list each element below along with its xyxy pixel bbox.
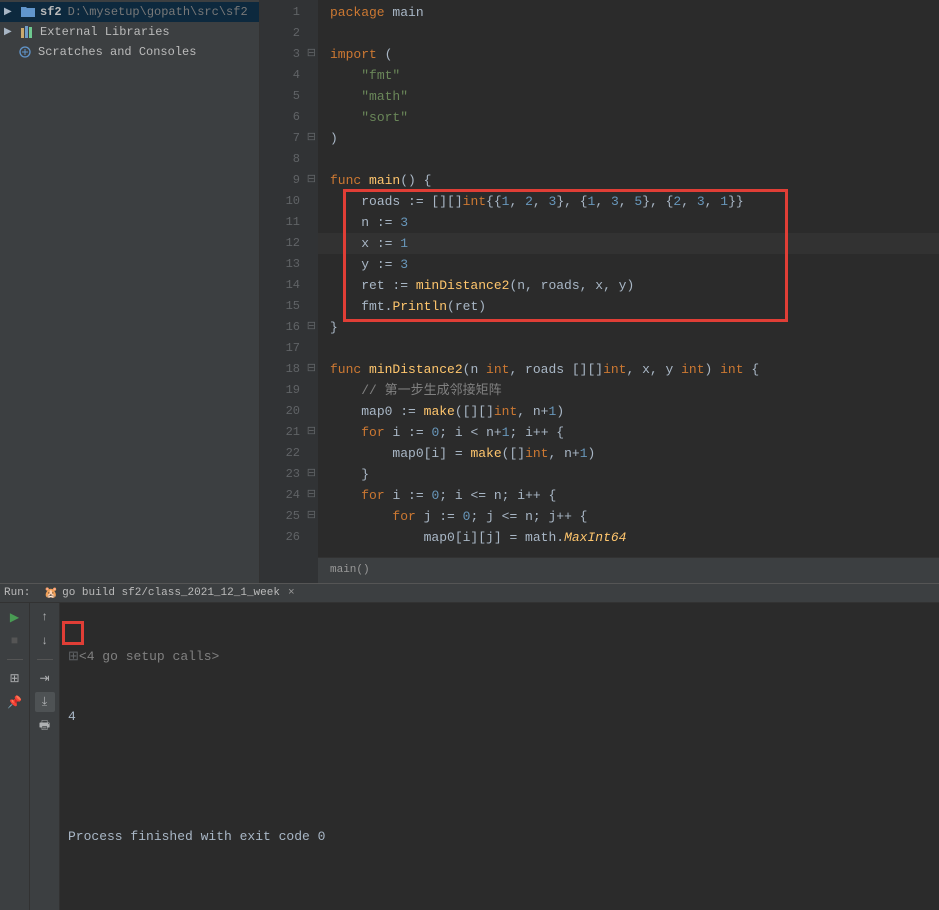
project-path: D:\mysetup\gopath\src\sf2 xyxy=(68,5,248,19)
project-name: sf2 xyxy=(40,5,62,19)
stop-button[interactable]: ■ xyxy=(5,631,25,651)
chevron-right-icon[interactable]: ▶ xyxy=(4,26,16,38)
line-number[interactable]: 15 xyxy=(260,296,300,317)
line-number[interactable]: 16 xyxy=(260,317,300,338)
rerun-button[interactable]: ▶ xyxy=(5,607,25,627)
fold-icon[interactable]: ⊟ xyxy=(307,128,316,149)
line-number[interactable]: 14 xyxy=(260,275,300,296)
line-number[interactable]: 13 xyxy=(260,254,300,275)
up-button[interactable]: ↑ xyxy=(35,607,55,627)
line-number[interactable]: 3 xyxy=(260,44,300,65)
layout-button[interactable]: ⊞ xyxy=(5,668,25,688)
line-number[interactable]: 18 xyxy=(260,359,300,380)
scratches[interactable]: Scratches and Consoles xyxy=(0,42,259,62)
scratches-label: Scratches and Consoles xyxy=(38,45,196,59)
go-icon: 🐹 xyxy=(44,586,58,600)
fold-icon[interactable]: ⊞ xyxy=(68,649,79,664)
fold-end-icon[interactable]: ⊟ xyxy=(307,464,316,485)
highlight-annotation xyxy=(62,621,84,645)
chevron-right-icon[interactable]: ▶ xyxy=(4,6,16,18)
line-number[interactable]: 9 xyxy=(260,170,300,191)
external-libraries-label: External Libraries xyxy=(40,25,170,39)
line-number[interactable]: 4 xyxy=(260,65,300,86)
output-line: 4 xyxy=(68,707,931,727)
pin-button[interactable]: 📌 xyxy=(5,692,25,712)
project-tree[interactable]: ▶ sf2 D:\mysetup\gopath\src\sf2 ▶ Extern… xyxy=(0,0,260,583)
line-number[interactable]: 12 xyxy=(260,233,300,254)
line-number[interactable]: 23 xyxy=(260,464,300,485)
line-number[interactable]: 2 xyxy=(260,23,300,44)
line-number[interactable]: 24 xyxy=(260,485,300,506)
line-number[interactable]: 25 xyxy=(260,506,300,527)
line-number[interactable]: 8 xyxy=(260,149,300,170)
line-number[interactable]: 22 xyxy=(260,443,300,464)
breadcrumb-item[interactable]: main() xyxy=(330,564,370,576)
console-output[interactable]: ⊞<4 go setup calls> 4 Process finished w… xyxy=(60,603,939,910)
line-number[interactable]: 6 xyxy=(260,107,300,128)
line-number[interactable]: 19 xyxy=(260,380,300,401)
run-panel: Run: 🐹 go build sf2/class_2021_12_1_week… xyxy=(0,583,939,723)
breadcrumb[interactable]: main() xyxy=(318,557,939,583)
line-number[interactable]: 26 xyxy=(260,527,300,548)
line-number[interactable]: 7 xyxy=(260,128,300,149)
run-toolbar-left: ▶ ■ ⊞ 📌 xyxy=(0,603,30,910)
line-number[interactable]: 21 xyxy=(260,422,300,443)
run-toolbar-right: ↑ ↓ ⇥ ⤓ 🖶 xyxy=(30,603,60,910)
fold-icon[interactable]: ⊟ xyxy=(307,506,316,527)
fold-icon[interactable]: ⊟ xyxy=(307,44,316,65)
run-tab[interactable]: 🐹 go build sf2/class_2021_12_1_week × xyxy=(38,584,300,602)
line-number[interactable]: 17 xyxy=(260,338,300,359)
line-number[interactable]: 11 xyxy=(260,212,300,233)
code-content[interactable]: package main import ( "fmt" "math" "sort… xyxy=(318,0,939,583)
gutter[interactable]: 1 2 3 4 5 6 7 8 9 10 11 12 13 14 15 16 1… xyxy=(260,0,318,583)
run-header: Run: 🐹 go build sf2/class_2021_12_1_week… xyxy=(0,584,939,603)
soft-wrap-button[interactable]: ⇥ xyxy=(35,668,55,688)
run-label: Run: xyxy=(4,587,30,599)
print-button[interactable]: 🖶 xyxy=(35,716,55,736)
fold-icon[interactable]: ⊟ xyxy=(307,170,316,191)
scroll-end-button[interactable]: ⤓ xyxy=(35,692,55,712)
exit-line: Process finished with exit code 0 xyxy=(68,827,931,847)
line-number[interactable]: 1 xyxy=(260,2,300,23)
line-number[interactable]: 20 xyxy=(260,401,300,422)
run-tab-label: go build sf2/class_2021_12_1_week xyxy=(62,587,280,599)
fold-icon[interactable]: ⊟ xyxy=(307,359,316,380)
external-libraries[interactable]: ▶ External Libraries xyxy=(0,22,259,42)
line-number[interactable]: 10 xyxy=(260,191,300,212)
library-icon xyxy=(20,24,36,40)
scratch-icon xyxy=(18,44,34,60)
folder-icon xyxy=(20,4,36,20)
close-icon[interactable]: × xyxy=(288,587,295,599)
fold-icon[interactable]: ⊟ xyxy=(307,422,316,443)
project-root[interactable]: ▶ sf2 D:\mysetup\gopath\src\sf2 xyxy=(0,2,259,22)
line-number[interactable]: 5 xyxy=(260,86,300,107)
setup-calls: <4 go setup calls> xyxy=(79,649,219,664)
fold-icon[interactable]: ⊟ xyxy=(307,317,316,338)
code-editor[interactable]: 1 2 3 4 5 6 7 8 9 10 11 12 13 14 15 16 1… xyxy=(260,0,939,583)
fold-icon[interactable]: ⊟ xyxy=(307,485,316,506)
down-button[interactable]: ↓ xyxy=(35,631,55,651)
